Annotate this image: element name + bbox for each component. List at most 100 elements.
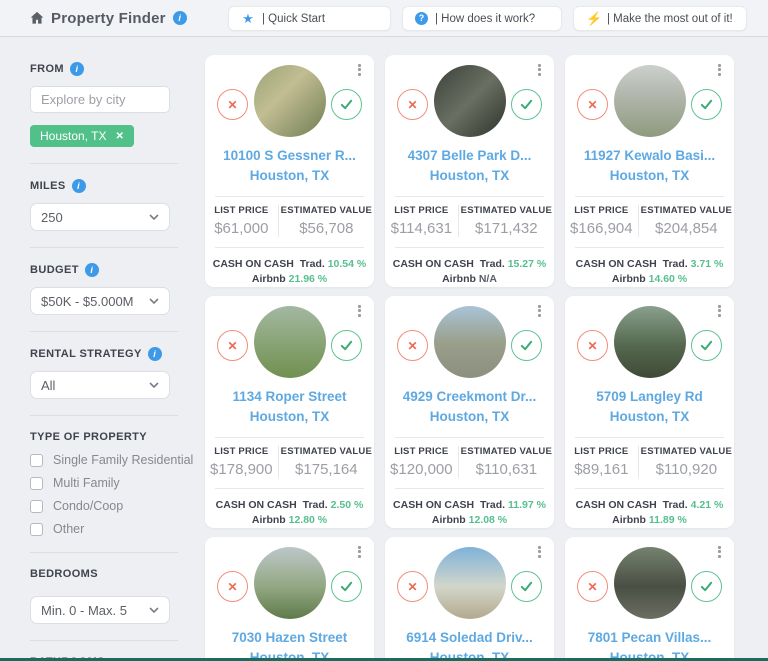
property-city-link[interactable]: Houston, TX [205,166,374,186]
checkbox[interactable] [30,500,43,513]
cash-on-cash-section: CASH ON CASH Trad. 2.50 % Airbnb 12.80 % [205,498,374,528]
property-photo[interactable] [254,547,326,619]
card-menu-icon[interactable] [533,303,545,318]
cash-on-cash-label: CASH ON CASH [216,499,297,511]
property-photo[interactable] [614,547,686,619]
divider [30,331,178,332]
property-address-link[interactable]: 7030 Hazen Street [205,628,374,648]
property-address-link[interactable]: 1134 Roper Street [205,387,374,407]
airbnb-label: Airbnb [442,273,476,285]
miles-info-icon[interactable]: i [72,179,86,193]
card-menu-icon[interactable] [713,544,725,559]
property-address-link[interactable]: 4929 Creekmont Dr... [385,387,554,407]
property-photo[interactable] [254,306,326,378]
property-city-link[interactable]: Houston, TX [385,407,554,427]
estimated-value-value: $204,854 [641,220,732,237]
reject-property-button[interactable]: ✕ [397,571,428,602]
reject-property-button[interactable]: ✕ [577,571,608,602]
checkbox[interactable] [30,523,43,536]
reject-property-button[interactable]: ✕ [217,571,248,602]
reject-property-button[interactable]: ✕ [397,330,428,361]
city-tag[interactable]: Houston, TX ✕ [30,125,134,147]
card-menu-icon[interactable] [713,62,725,77]
accept-property-button[interactable] [511,571,542,602]
divider [30,640,178,641]
property-photo[interactable] [614,306,686,378]
reject-property-button[interactable]: ✕ [217,89,248,120]
property-photo[interactable] [434,65,506,137]
accept-property-button[interactable] [691,330,722,361]
property-city-link[interactable]: Houston, TX [385,166,554,186]
divider [395,437,544,438]
reject-property-button[interactable]: ✕ [577,89,608,120]
accept-property-button[interactable] [511,89,542,120]
bedrooms-select[interactable]: Min. 0 - Max. 5 [30,596,170,624]
divider [215,196,364,197]
reject-property-button[interactable]: ✕ [577,330,608,361]
accept-property-button[interactable] [691,571,722,602]
accept-property-button[interactable] [691,89,722,120]
property-address-link[interactable]: 6914 Soledad Driv... [385,628,554,648]
property-city-link[interactable]: Houston, TX [565,407,734,427]
card-menu-icon[interactable] [533,544,545,559]
remove-city-icon[interactable]: ✕ [115,131,123,142]
card-menu-icon[interactable] [353,303,365,318]
airbnb-label: Airbnb [252,514,286,526]
reject-property-button[interactable]: ✕ [397,89,428,120]
chevron-down-icon [149,607,159,613]
from-label: FROM i [30,62,200,76]
airbnb-label: Airbnb [432,514,466,526]
property-address-link[interactable]: 10100 S Gessner R... [205,146,374,166]
reject-property-button[interactable]: ✕ [217,330,248,361]
divider [575,437,724,438]
property-city-link[interactable]: Houston, TX [205,407,374,427]
accept-property-button[interactable] [331,571,362,602]
make-the-most-button[interactable]: ⚡ | Make the most out of it! [573,6,747,31]
property-photo[interactable] [434,547,506,619]
chevron-down-icon [149,382,159,388]
title-info-icon[interactable]: i [173,11,187,25]
price-table: LIST PRICE $178,900 ESTIMATED VALUE $175… [205,446,374,478]
property-photo[interactable] [434,306,506,378]
budget-info-icon[interactable]: i [85,263,99,277]
accept-property-button[interactable] [511,330,542,361]
property-photo[interactable] [614,65,686,137]
divider [215,488,364,489]
property-type-checkbox-row[interactable]: Single Family Residential [30,453,200,467]
card-menu-icon[interactable] [353,62,365,77]
property-address-link[interactable]: 11927 Kewalo Basi... [565,146,734,166]
divider [30,247,178,248]
miles-select[interactable]: 250 [30,203,170,231]
card-menu-icon[interactable] [713,303,725,318]
cash-on-cash-label: CASH ON CASH [576,258,657,270]
accept-property-button[interactable] [331,330,362,361]
rental-strategy-select[interactable]: All [30,371,170,399]
card-menu-icon[interactable] [533,62,545,77]
checkbox[interactable] [30,454,43,467]
property-type-checkbox-row[interactable]: Multi Family [30,476,200,490]
property-type-checkbox-row[interactable]: Other [30,522,200,536]
property-photo[interactable] [254,65,326,137]
budget-select[interactable]: $50K - $5.000M [30,287,170,315]
property-address-link[interactable]: 7801 Pecan Villas... [565,628,734,648]
divider [395,247,544,248]
home-icon[interactable] [30,11,44,25]
property-address-link[interactable]: 4307 Belle Park D... [385,146,554,166]
from-info-icon[interactable]: i [70,62,84,76]
property-type-checkbox-row[interactable]: Condo/Coop [30,499,200,513]
card-menu-icon[interactable] [353,544,365,559]
quick-start-button[interactable]: ★ | Quick Start [228,6,391,31]
checkbox[interactable] [30,477,43,490]
accept-property-button[interactable] [331,89,362,120]
property-address-link[interactable]: 5709 Langley Rd [565,387,734,407]
list-price-header: LIST PRICE [387,205,456,216]
type-of-property-label: TYPE OF PROPERTY [30,431,200,443]
divider [395,488,544,489]
rental-strategy-info-icon[interactable]: i [148,347,162,361]
explore-by-city-input[interactable]: Explore by city [30,86,170,113]
price-table: LIST PRICE $89,161 ESTIMATED VALUE $110,… [565,446,734,478]
estimated-value-value: $110,920 [641,461,732,478]
property-city-link[interactable]: Houston, TX [565,166,734,186]
check-icon [700,98,713,111]
how-does-it-work-button[interactable]: ? | How does it work? [402,6,562,31]
